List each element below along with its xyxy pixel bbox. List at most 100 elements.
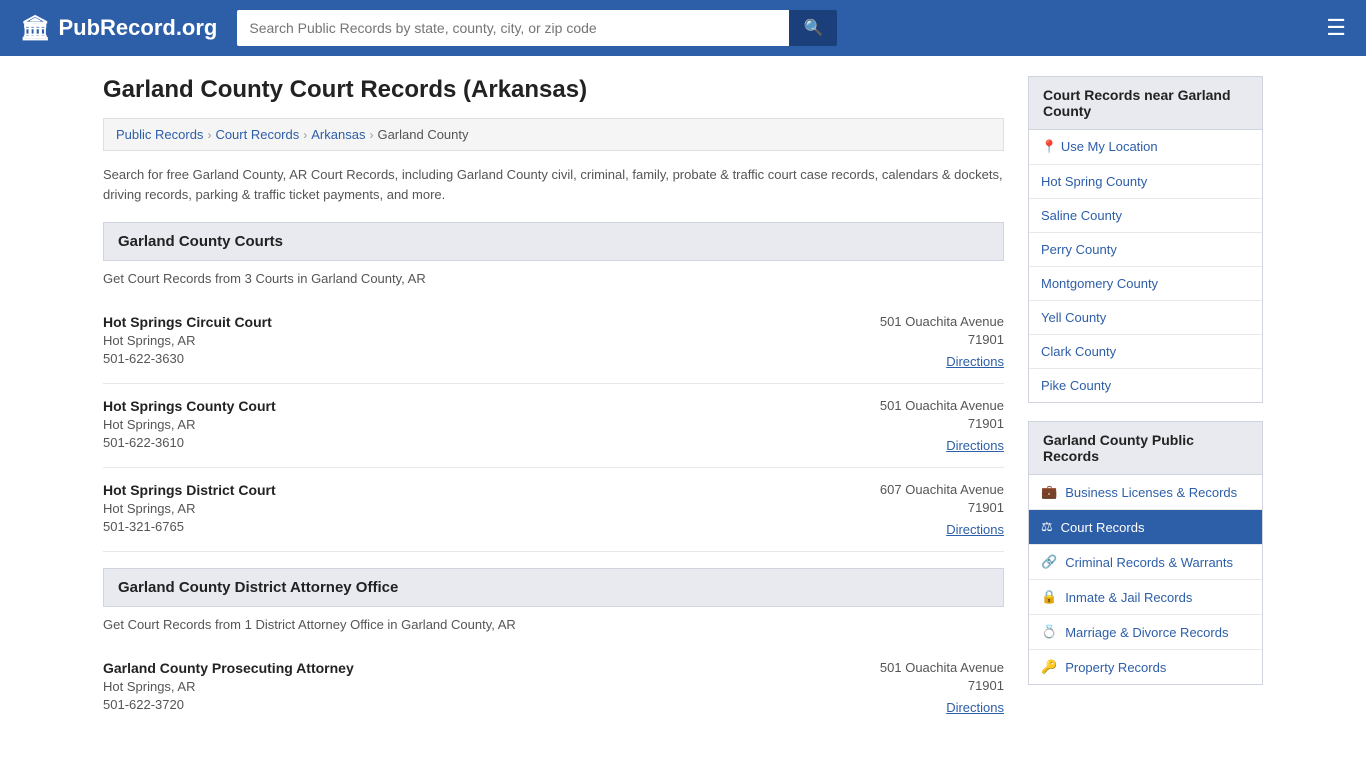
court-entry-3: Hot Springs District Court Hot Springs, … — [103, 468, 1004, 552]
sidebar-county-saline: Saline County — [1029, 199, 1262, 233]
court-left-2: Hot Springs County Court Hot Springs, AR… — [103, 398, 276, 453]
menu-button[interactable]: ☰ — [1326, 15, 1346, 41]
court-zip-2: 71901 — [880, 416, 1004, 431]
public-records-label-criminal: Criminal Records & Warrants — [1065, 555, 1233, 570]
court-right-1: 501 Ouachita Avenue 71901 Directions — [880, 314, 1004, 369]
public-records-link-business[interactable]: 💼 Business Licenses & Records — [1029, 475, 1262, 509]
courts-record-count: Get Court Records from 3 Courts in Garla… — [103, 271, 1004, 286]
sidebar-county-clark: Clark County — [1029, 335, 1262, 369]
criminal-icon: 🔗 — [1041, 554, 1057, 570]
court-address-3: 607 Ouachita Avenue — [880, 482, 1004, 497]
breadcrumb-sep-2: › — [303, 128, 307, 142]
search-input[interactable] — [237, 10, 789, 46]
court-zip-3: 71901 — [880, 500, 1004, 515]
business-icon: 💼 — [1041, 484, 1057, 500]
court-city-2: Hot Springs, AR — [103, 417, 276, 432]
header: 🏛 PubRecord.org 🔍 ☰ — [0, 0, 1366, 56]
court-name-1: Hot Springs Circuit Court — [103, 314, 272, 330]
property-icon: 🔑 — [1041, 659, 1057, 675]
county-link-yell[interactable]: Yell County — [1029, 301, 1262, 334]
use-location-label: Use My Location — [1061, 139, 1158, 154]
sidebar-item-property: 🔑 Property Records — [1029, 650, 1262, 684]
court-entry-2: Hot Springs County Court Hot Springs, AR… — [103, 384, 1004, 468]
breadcrumb-garland: Garland County — [377, 127, 468, 142]
sidebar-county-perry: Perry County — [1029, 233, 1262, 267]
search-icon: 🔍 — [803, 20, 823, 37]
county-link-perry[interactable]: Perry County — [1029, 233, 1262, 266]
county-link-montgomery[interactable]: Montgomery County — [1029, 267, 1262, 300]
public-records-link-inmate[interactable]: 🔒 Inmate & Jail Records — [1029, 580, 1262, 614]
attorney-record-count: Get Court Records from 1 District Attorn… — [103, 617, 1004, 632]
sidebar-county-montgomery: Montgomery County — [1029, 267, 1262, 301]
public-records-link-court[interactable]: ⚖ Court Records — [1029, 510, 1262, 544]
attorney-left-1: Garland County Prosecuting Attorney Hot … — [103, 660, 354, 715]
search-button[interactable]: 🔍 — [789, 10, 837, 46]
breadcrumb-public-records[interactable]: Public Records — [116, 127, 203, 142]
marriage-icon: 💍 — [1041, 624, 1057, 640]
sidebar-county-hot-spring: Hot Spring County — [1029, 165, 1262, 199]
court-right-2: 501 Ouachita Avenue 71901 Directions — [880, 398, 1004, 453]
court-icon: ⚖ — [1041, 519, 1053, 535]
public-records-label-court: Court Records — [1061, 520, 1145, 535]
page-description: Search for free Garland County, AR Court… — [103, 165, 1004, 204]
court-name-3: Hot Springs District Court — [103, 482, 276, 498]
sidebar-county-yell: Yell County — [1029, 301, 1262, 335]
public-records-label-business: Business Licenses & Records — [1065, 485, 1237, 500]
logo-icon: 🏛 — [20, 14, 50, 43]
county-link-saline[interactable]: Saline County — [1029, 199, 1262, 232]
directions-link-3[interactable]: Directions — [946, 522, 1004, 537]
breadcrumb-arkansas[interactable]: Arkansas — [311, 127, 365, 142]
court-entry-1: Hot Springs Circuit Court Hot Springs, A… — [103, 300, 1004, 384]
sidebar-nearby-list: 📍 Use My Location Hot Spring County Sali… — [1028, 130, 1263, 403]
court-phone-3: 501-321-6765 — [103, 519, 276, 534]
attorney-zip-1: 71901 — [880, 678, 1004, 693]
sidebar-item-criminal: 🔗 Criminal Records & Warrants — [1029, 545, 1262, 580]
sidebar-item-inmate: 🔒 Inmate & Jail Records — [1029, 580, 1262, 615]
sidebar: Court Records near Garland County 📍 Use … — [1028, 76, 1263, 729]
attorney-phone-1: 501-622-3720 — [103, 697, 354, 712]
court-directions-1: Directions — [880, 353, 1004, 369]
sidebar-item-court: ⚖ Court Records — [1029, 510, 1262, 545]
site-logo[interactable]: 🏛 PubRecord.org — [20, 14, 217, 43]
court-left-1: Hot Springs Circuit Court Hot Springs, A… — [103, 314, 272, 369]
court-phone-1: 501-622-3630 — [103, 351, 272, 366]
use-location-link[interactable]: 📍 Use My Location — [1029, 130, 1262, 164]
court-city-3: Hot Springs, AR — [103, 501, 276, 516]
directions-link-1[interactable]: Directions — [946, 354, 1004, 369]
public-records-link-marriage[interactable]: 💍 Marriage & Divorce Records — [1029, 615, 1262, 649]
attorney-directions-link-1[interactable]: Directions — [946, 700, 1004, 715]
court-directions-2: Directions — [880, 437, 1004, 453]
county-link-clark[interactable]: Clark County — [1029, 335, 1262, 368]
page-title: Garland County Court Records (Arkansas) — [103, 76, 1004, 104]
court-name-2: Hot Springs County Court — [103, 398, 276, 414]
court-address-1: 501 Ouachita Avenue — [880, 314, 1004, 329]
public-records-link-criminal[interactable]: 🔗 Criminal Records & Warrants — [1029, 545, 1262, 579]
court-city-1: Hot Springs, AR — [103, 333, 272, 348]
court-phone-2: 501-622-3610 — [103, 435, 276, 450]
sidebar-public-records-list: 💼 Business Licenses & Records ⚖ Court Re… — [1028, 475, 1263, 685]
public-records-label-property: Property Records — [1065, 660, 1166, 675]
county-link-hot-spring[interactable]: Hot Spring County — [1029, 165, 1262, 198]
public-records-label-marriage: Marriage & Divorce Records — [1065, 625, 1228, 640]
court-left-3: Hot Springs District Court Hot Springs, … — [103, 482, 276, 537]
attorney-city-1: Hot Springs, AR — [103, 679, 354, 694]
court-right-3: 607 Ouachita Avenue 71901 Directions — [880, 482, 1004, 537]
public-records-link-property[interactable]: 🔑 Property Records — [1029, 650, 1262, 684]
court-address-2: 501 Ouachita Avenue — [880, 398, 1004, 413]
court-zip-1: 71901 — [880, 332, 1004, 347]
sidebar-nearby-title: Court Records near Garland County — [1028, 76, 1263, 130]
sidebar-county-pike: Pike County — [1029, 369, 1262, 402]
sidebar-use-location: 📍 Use My Location — [1029, 130, 1262, 165]
breadcrumb-sep-3: › — [369, 128, 373, 142]
breadcrumb-sep-1: › — [207, 128, 211, 142]
content-area: Garland County Court Records (Arkansas) … — [103, 76, 1004, 729]
inmate-icon: 🔒 — [1041, 589, 1057, 605]
location-icon: 📍 — [1041, 139, 1057, 154]
main-container: Garland County Court Records (Arkansas) … — [83, 56, 1283, 749]
county-link-pike[interactable]: Pike County — [1029, 369, 1262, 402]
attorney-name-1: Garland County Prosecuting Attorney — [103, 660, 354, 676]
directions-link-2[interactable]: Directions — [946, 438, 1004, 453]
breadcrumb-court-records[interactable]: Court Records — [215, 127, 299, 142]
court-directions-3: Directions — [880, 521, 1004, 537]
sidebar-item-business: 💼 Business Licenses & Records — [1029, 475, 1262, 510]
